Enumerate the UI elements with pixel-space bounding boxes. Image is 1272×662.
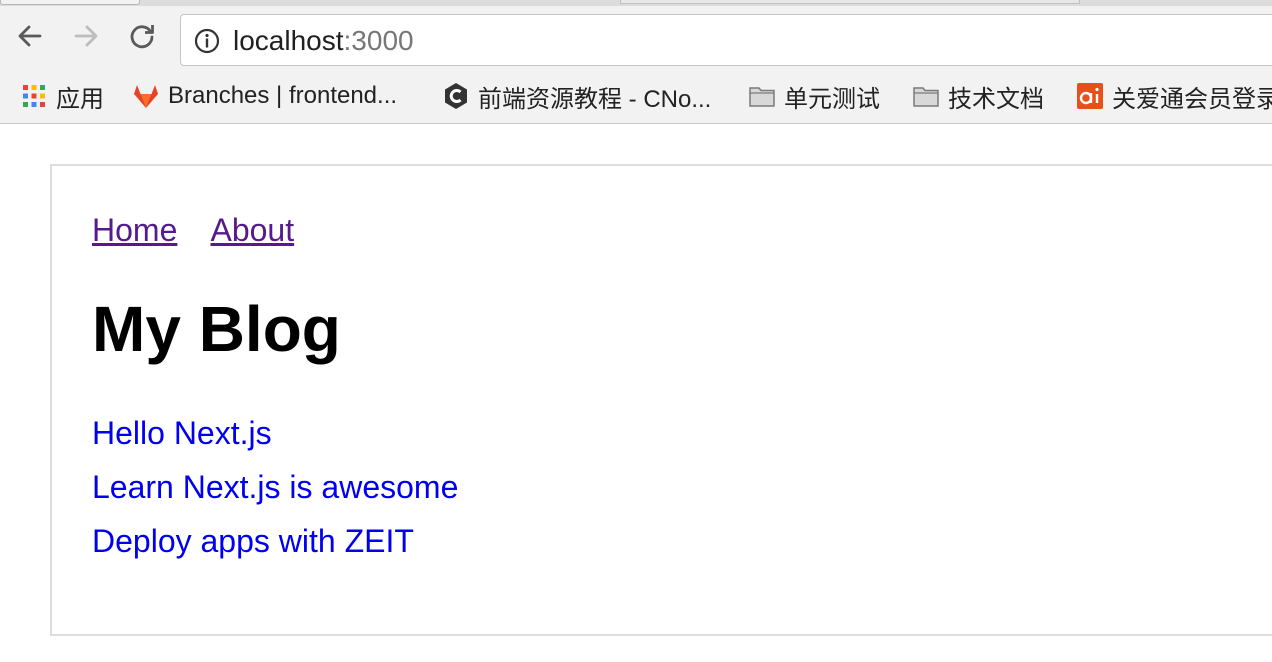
bookmark-folder-unit-test[interactable]: 单元测试: [748, 80, 880, 113]
gitlab-fox-icon: [134, 85, 158, 108]
forward-button[interactable]: [68, 18, 104, 54]
browser-tab[interactable]: [620, 0, 1080, 4]
bookmark-apps[interactable]: 应用: [20, 80, 104, 113]
cnodejs-hexagon-icon: [445, 83, 467, 109]
bookmark-label: 应用: [56, 85, 104, 113]
folder-icon: [749, 87, 775, 107]
browser-toolbar: localhost:3000: [0, 6, 1272, 72]
info-icon[interactable]: [194, 28, 220, 54]
post-link[interactable]: Hello Next.js: [92, 415, 272, 451]
bookmark-label: Branches | frontend...: [168, 82, 398, 109]
page-viewport: Home About My Blog Hello Next.js Learn N…: [0, 124, 1272, 662]
list-item: Learn Next.js is awesome: [92, 466, 458, 520]
nav-link-home[interactable]: Home: [92, 212, 177, 248]
layout-container: Home About My Blog Hello Next.js Learn N…: [50, 164, 1272, 636]
back-arrow-icon: [18, 25, 42, 47]
post-link[interactable]: Deploy apps with ZEIT: [92, 523, 414, 559]
bookmark-folder-tech-docs[interactable]: 技术文档: [912, 80, 1044, 113]
reload-button[interactable]: [124, 18, 160, 54]
list-item: Deploy apps with ZEIT: [92, 520, 458, 574]
browser-tab[interactable]: [0, 0, 140, 5]
bookmark-label: 技术文档: [948, 85, 1044, 113]
back-button[interactable]: [12, 18, 48, 54]
bookmark-branches[interactable]: Branches | frontend...: [132, 80, 397, 112]
folder-icon: [913, 87, 939, 107]
post-link[interactable]: Learn Next.js is awesome: [92, 469, 458, 505]
url-host: localhost: [233, 25, 344, 56]
browser-chrome: localhost:3000 应用 Branches | frontend...: [0, 0, 1272, 124]
bookmark-label: 单元测试: [784, 85, 880, 113]
bookmark-cnode[interactable]: 前端资源教程 - CNo...: [442, 80, 712, 113]
page-title: My Blog: [92, 293, 341, 365]
address-bar[interactable]: localhost:3000: [180, 14, 1272, 66]
reload-icon: [130, 25, 154, 49]
bookmark-label: 关爱通会员登录: [1112, 85, 1272, 113]
bookmark-label: 前端资源教程 - CNo...: [478, 85, 712, 113]
list-item: Hello Next.js: [92, 412, 458, 466]
ai-brand-icon: [1077, 83, 1103, 109]
header-nav: Home About: [92, 210, 320, 250]
forward-arrow-icon: [74, 25, 98, 47]
bookmarks-bar: 应用 Branches | frontend... 前端资源教程 - CNo..…: [0, 72, 1272, 122]
url-port: :3000: [343, 25, 414, 56]
url-text[interactable]: localhost:3000: [233, 25, 414, 57]
apps-grid-icon: [23, 85, 45, 107]
post-list: Hello Next.js Learn Next.js is awesome D…: [92, 412, 458, 574]
nav-link-about[interactable]: About: [210, 212, 294, 248]
bookmark-member-login[interactable]: 关爱通会员登录: [1076, 80, 1272, 113]
